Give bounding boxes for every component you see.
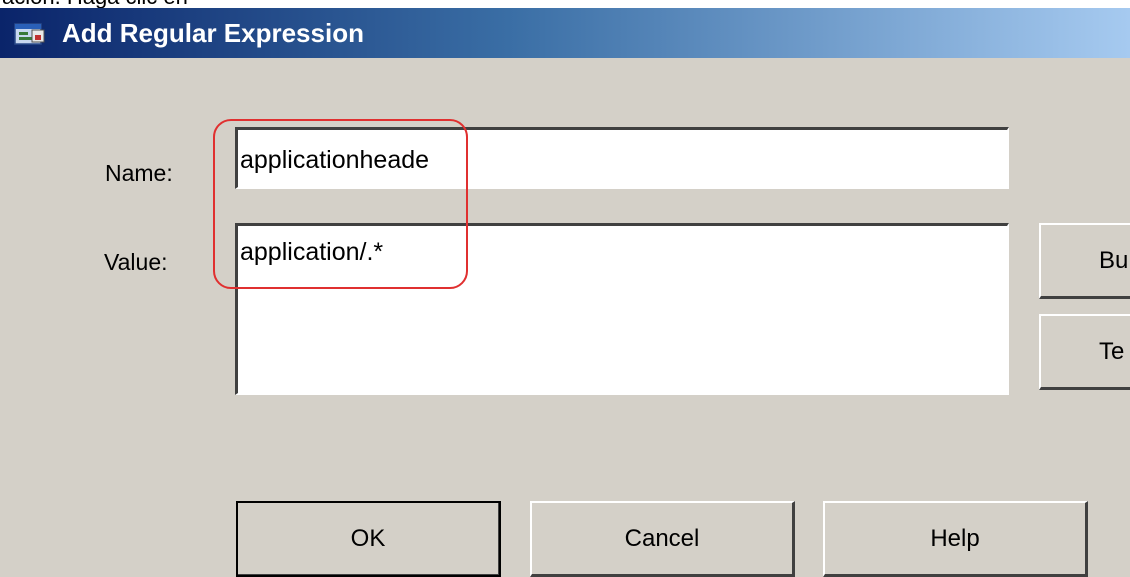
help-button[interactable]: Help <box>823 501 1088 577</box>
name-field[interactable]: applicationheade <box>235 127 1009 189</box>
caption-text: ación. Haga clic en <box>2 0 188 8</box>
dialog-title: Add Regular Expression <box>62 18 364 48</box>
value-label: Value: <box>104 249 168 275</box>
document-caption: ación. Haga clic en <box>0 0 1130 8</box>
test-button[interactable]: Te <box>1039 314 1130 390</box>
screenshot: ación. Haga clic en Add Regular Expressi… <box>0 0 1130 577</box>
ok-button[interactable]: OK <box>236 501 501 577</box>
cancel-button[interactable]: Cancel <box>530 501 795 577</box>
value-field[interactable]: application/.* <box>235 223 1009 395</box>
name-label: Name: <box>105 160 173 186</box>
builder-button[interactable]: Bu <box>1039 223 1130 299</box>
dialog-titlebar[interactable]: Add Regular Expression <box>0 8 1130 58</box>
regex-app-icon <box>14 23 45 45</box>
add-regex-dialog: Add Regular Expression Name: application… <box>0 8 1130 577</box>
